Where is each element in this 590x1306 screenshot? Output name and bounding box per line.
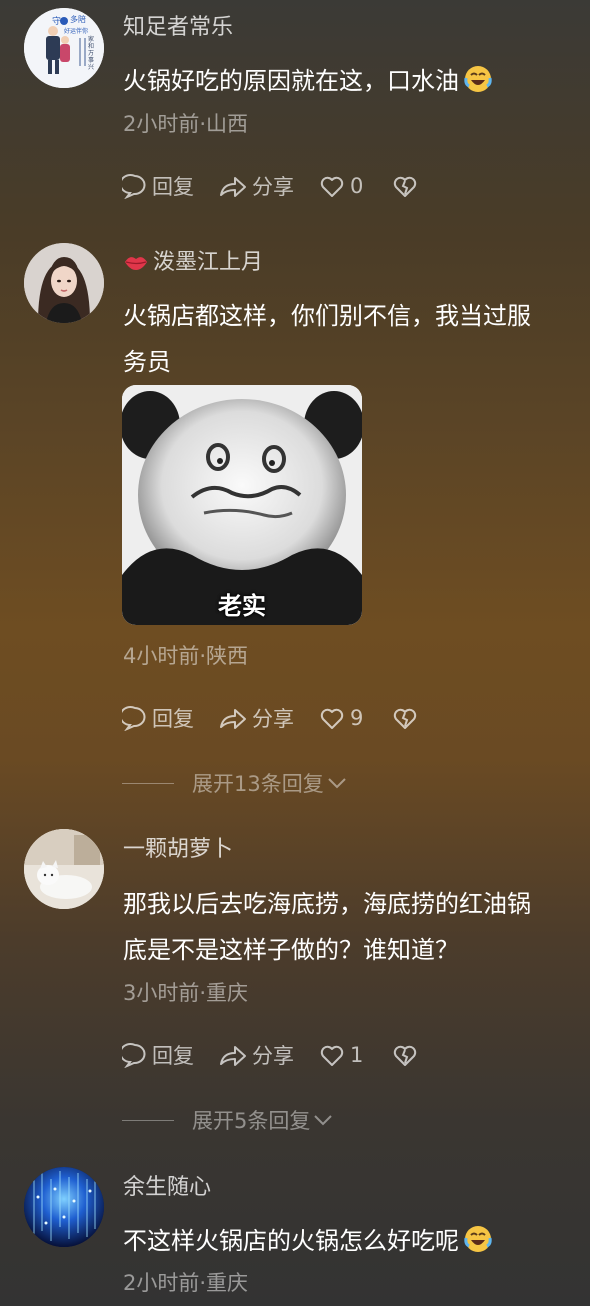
avatar-text-top2: 多陪	[70, 15, 86, 24]
reply-button[interactable]: 回复	[122, 703, 194, 733]
like-button[interactable]: 9	[318, 705, 363, 731]
comment-text: 火锅好吃的原因就在这，口水油	[123, 58, 553, 104]
avatar-text-mid: 好运伴你	[64, 28, 89, 35]
broken-heart-icon	[394, 176, 417, 197]
broken-heart-icon	[394, 1045, 417, 1066]
like-button[interactable]: 1	[318, 1042, 363, 1068]
share-button[interactable]: 分享	[218, 703, 294, 733]
dislike-button[interactable]	[391, 173, 419, 199]
comment-username[interactable]: 一颗胡萝卜	[123, 835, 233, 865]
comment-actions: 回复 分享 1	[122, 1040, 435, 1070]
dislike-button[interactable]	[391, 1042, 419, 1068]
comment-actions: 回复 分享 9	[122, 703, 435, 733]
meme-image[interactable]: 老实	[122, 385, 362, 625]
expand-replies-button[interactable]: 展开13条回复	[122, 768, 348, 798]
reply-icon	[122, 1043, 146, 1068]
expand-replies-button[interactable]: 展开5条回复	[122, 1105, 334, 1135]
like-button[interactable]: 0	[318, 173, 363, 199]
avatar[interactable]	[24, 1167, 104, 1247]
avatar-woman-photo	[24, 243, 104, 323]
avatar-text-top: 守	[52, 17, 62, 27]
like-count: 9	[350, 706, 364, 730]
share-label: 分享	[252, 707, 294, 731]
avatar-cat-photo	[24, 829, 104, 909]
comment-text-content: 不这样火锅店的火锅怎么好吃呢	[123, 1227, 459, 1255]
reply-label: 回复	[152, 1044, 194, 1068]
dislike-button[interactable]	[391, 705, 419, 731]
comment-text: 那我以后去吃海底捞，海底捞的红油锅底是不是这样子做的？谁知道？	[123, 890, 531, 964]
expand-replies-label: 展开13条回复	[192, 772, 324, 796]
chevron-down-icon	[328, 778, 346, 789]
comment-meta: 3小时前·重庆	[123, 981, 249, 1005]
share-button[interactable]: 分享	[218, 171, 294, 201]
avatar[interactable]	[24, 829, 104, 909]
reply-icon	[122, 174, 146, 199]
avatar-blue-lights-photo	[24, 1167, 104, 1247]
heart-icon	[320, 176, 344, 197]
reply-icon	[122, 706, 146, 731]
comment-username[interactable]: 余生随心	[123, 1173, 211, 1203]
avatar-text-side: 家和万事兴	[88, 36, 95, 71]
like-count: 1	[350, 1043, 364, 1067]
share-label: 分享	[252, 175, 294, 199]
heart-icon	[320, 708, 344, 729]
share-button[interactable]: 分享	[218, 1040, 294, 1070]
broken-heart-icon	[394, 708, 417, 729]
avatar[interactable]	[24, 243, 104, 323]
divider-line	[122, 1119, 174, 1121]
comment-text: 不这样火锅店的火锅怎么好吃呢	[123, 1218, 553, 1264]
comment-text-content: 火锅好吃的原因就在这，口水油	[123, 67, 459, 95]
comment-username[interactable]: 泼墨江上月	[123, 248, 263, 278]
reply-label: 回复	[152, 707, 194, 731]
heart-icon	[320, 1045, 344, 1066]
comment-meta: 2小时前·山西	[123, 112, 249, 136]
lips-icon	[125, 257, 147, 270]
divider-line	[122, 782, 174, 784]
comment-meta: 4小时前·陕西	[123, 644, 249, 668]
share-label: 分享	[252, 1044, 294, 1068]
laughing-tears-emoji-icon	[464, 66, 492, 92]
chevron-down-icon	[314, 1115, 333, 1126]
share-arrow-icon	[220, 177, 246, 197]
share-arrow-icon	[220, 1046, 246, 1066]
reply-label: 回复	[152, 175, 194, 199]
expand-replies-label: 展开5条回复	[192, 1109, 311, 1133]
comment-meta: 2小时前·重庆	[123, 1271, 249, 1295]
comment-text: 火锅店都这样，你们别不信，我当过服务员	[123, 302, 531, 376]
comment-username-text: 泼墨江上月	[153, 250, 264, 275]
laughing-tears-emoji-icon	[464, 1226, 492, 1252]
meme-caption: 老实	[218, 592, 266, 620]
comment-username[interactable]: 知足者常乐	[123, 13, 233, 43]
reply-button[interactable]: 回复	[122, 171, 194, 201]
reply-button[interactable]: 回复	[122, 1040, 194, 1070]
avatar[interactable]: 守 多陪 好运伴你 家和万事兴	[24, 8, 104, 88]
comment-actions: 回复 分享 0	[122, 171, 435, 201]
share-arrow-icon	[220, 709, 246, 729]
like-count: 0	[350, 174, 364, 198]
